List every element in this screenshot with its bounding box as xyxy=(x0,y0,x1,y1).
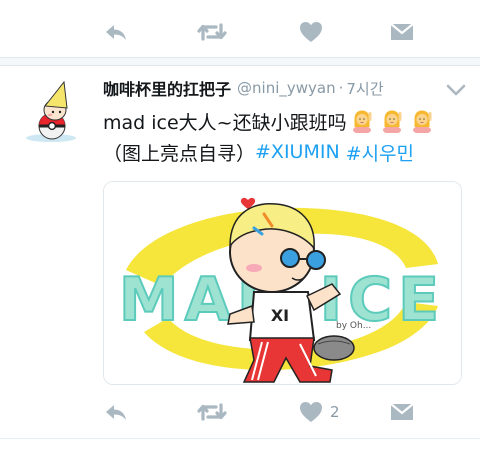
hashtag-link[interactable]: #시우민 xyxy=(346,139,414,166)
reply-button[interactable] xyxy=(103,10,129,54)
direct-message-icon xyxy=(390,403,414,420)
author-display-name[interactable]: 咖啡杯里的扛把子 xyxy=(103,76,231,100)
media-illustration: MAD ICE XI by Oh... xyxy=(104,182,461,384)
retweet-icon xyxy=(197,23,227,41)
person-raising-hand-emoji xyxy=(412,110,432,133)
shirt-text: XI xyxy=(271,306,289,325)
meta-separator: · xyxy=(338,79,344,97)
like-icon xyxy=(300,402,322,422)
reply-icon xyxy=(106,405,126,420)
direct-message-button[interactable] xyxy=(390,10,414,54)
tweet-text-line-1: mad ice大人~还缺小跟班吗 xyxy=(103,107,434,135)
tweet-header: 咖啡杯里的扛把子 @nini_ywyan · 7시간 xyxy=(103,76,384,100)
hashtag-link[interactable]: #XIUMIN xyxy=(255,141,340,163)
retweet-button[interactable] xyxy=(196,10,228,54)
previous-tweet-actions xyxy=(0,10,480,54)
retweet-button[interactable] xyxy=(196,390,228,434)
tweet-bottom-divider xyxy=(0,438,480,439)
tweet-actions: 2 xyxy=(0,390,480,434)
like-button[interactable] xyxy=(299,10,323,54)
person-raising-hand-emoji xyxy=(352,110,372,133)
direct-message-button[interactable] xyxy=(390,390,414,434)
tweet-timestamp[interactable]: 7시간 xyxy=(346,78,383,99)
avatar[interactable] xyxy=(24,78,86,144)
like-icon xyxy=(300,22,322,42)
retweet-icon xyxy=(197,403,227,421)
person-raising-hand-emoji xyxy=(382,110,402,133)
tweet-text: mad ice大人~还缺小跟班吗 xyxy=(103,111,347,134)
reply-icon xyxy=(106,25,126,40)
like-button[interactable]: 2 xyxy=(299,390,340,434)
chevron-down-icon[interactable] xyxy=(446,84,466,96)
reply-button[interactable] xyxy=(103,390,129,434)
artist-signature: by Oh... xyxy=(336,321,371,331)
author-handle[interactable]: @nini_ywyan xyxy=(237,79,336,97)
like-count: 2 xyxy=(330,403,340,421)
tweet-separator xyxy=(0,57,480,66)
tweet-media-image[interactable]: MAD ICE XI by Oh... xyxy=(103,181,462,385)
tweet-text-remark: （图上亮点自寻） xyxy=(103,142,256,165)
tweet-text-line-2: （图上亮点自寻） #XIUMIN #시우민 xyxy=(103,138,414,166)
direct-message-icon xyxy=(390,23,414,40)
